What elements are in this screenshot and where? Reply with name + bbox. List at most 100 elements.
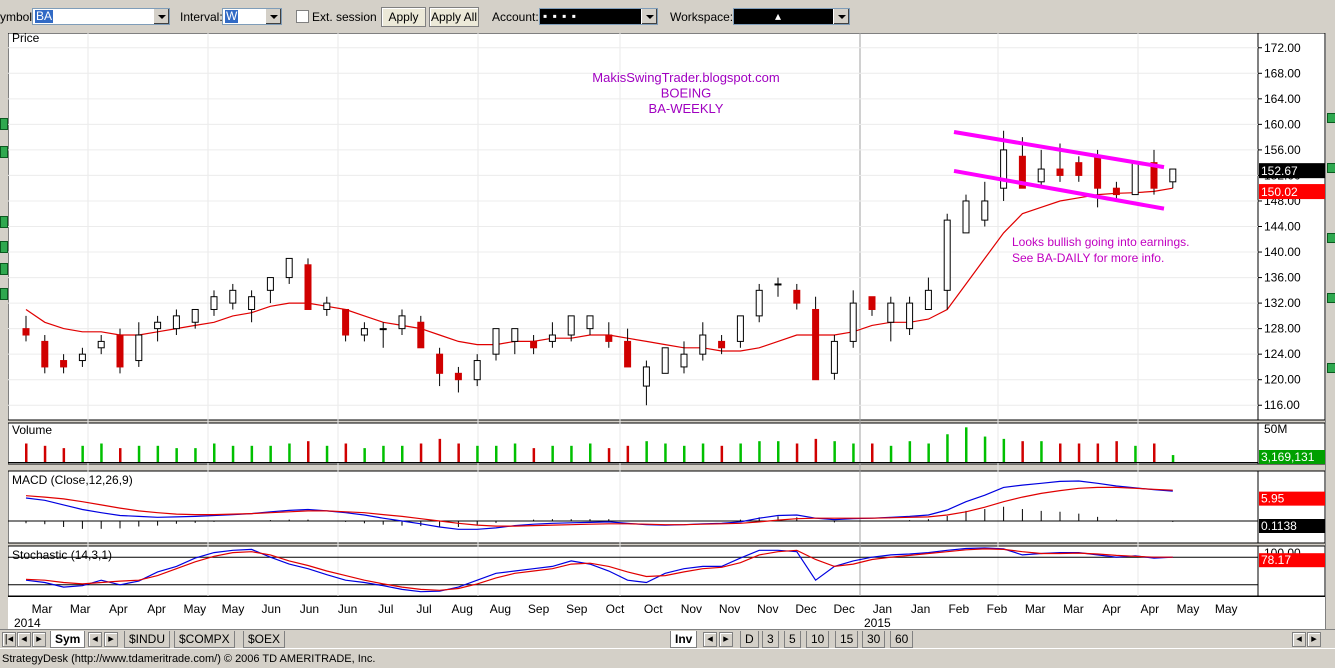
candle-body[interactable] [530, 340, 538, 349]
prev-arrow-icon[interactable]: ◂ [1292, 632, 1306, 647]
candle-body[interactable] [661, 347, 669, 374]
candle-body[interactable] [78, 353, 86, 362]
candle-body[interactable] [793, 289, 801, 304]
candle-body[interactable] [511, 328, 519, 342]
candle-body[interactable] [342, 308, 350, 336]
candle-body[interactable] [172, 315, 180, 330]
candle-body[interactable] [981, 200, 989, 221]
prev-arrow-icon[interactable]: ◂ [88, 632, 102, 647]
tool-icon[interactable] [0, 118, 8, 130]
candle-body[interactable] [1075, 162, 1083, 176]
inv-tab[interactable]: Inv [670, 631, 698, 648]
symbol-combo[interactable]: BA [32, 8, 170, 25]
candle-body[interactable] [586, 315, 594, 330]
candle-body[interactable] [605, 334, 613, 342]
candle-body[interactable] [774, 283, 782, 286]
tool-icon[interactable] [1327, 233, 1335, 243]
candle-body[interactable] [285, 257, 293, 279]
candle-body[interactable] [22, 328, 30, 336]
candle-body[interactable] [1169, 168, 1177, 183]
tool-icon[interactable] [1327, 293, 1335, 303]
tool-icon[interactable] [1327, 363, 1335, 373]
next-arrow-icon[interactable]: ▸ [104, 632, 118, 647]
chevron-down-icon[interactable] [265, 9, 281, 24]
candle-body[interactable] [379, 328, 387, 331]
next-arrow-icon[interactable]: ▸ [32, 632, 46, 647]
candle-body[interactable] [849, 302, 857, 342]
period-tab-3[interactable]: 3 [762, 631, 779, 648]
chevron-down-icon[interactable] [833, 9, 849, 24]
chevron-down-icon[interactable] [153, 9, 169, 24]
candle-body[interactable] [642, 366, 650, 387]
tab-oex[interactable]: $OEX [243, 631, 286, 648]
candle-body[interactable] [191, 308, 199, 323]
candle-body[interactable] [360, 328, 368, 336]
candle-body[interactable] [135, 334, 143, 362]
candle-body[interactable] [868, 296, 876, 310]
ext-session-checkbox[interactable] [296, 10, 309, 23]
prev-arrow-icon[interactable]: ◂ [17, 632, 31, 647]
first-arrow-icon[interactable]: |◂ [2, 632, 16, 647]
apply-all-button[interactable]: Apply All [429, 7, 479, 27]
period-tab-d[interactable]: D [740, 631, 759, 648]
candle-body[interactable] [492, 328, 500, 355]
candle-body[interactable] [454, 372, 462, 381]
candle-body[interactable] [1056, 168, 1064, 176]
period-tab-15[interactable]: 15 [835, 631, 859, 648]
tool-icon[interactable] [0, 288, 8, 300]
candle-body[interactable] [812, 308, 820, 381]
chevron-down-icon[interactable] [641, 9, 657, 24]
candle-body[interactable] [473, 360, 481, 381]
tool-icon[interactable] [0, 146, 8, 158]
next-arrow-icon[interactable]: ▸ [719, 632, 733, 647]
chart-area[interactable]: Price172.00168.00164.00160.00156.00152.0… [8, 33, 1325, 629]
period-tab-30[interactable]: 30 [862, 631, 886, 648]
tool-icon[interactable] [1327, 163, 1335, 173]
candle-body[interactable] [417, 321, 425, 349]
candle-body[interactable] [229, 289, 237, 304]
workspace-combo[interactable]: ▴ [733, 8, 850, 25]
candle-body[interactable] [736, 315, 744, 342]
tool-icon[interactable] [0, 263, 8, 275]
candle-body[interactable] [906, 302, 914, 330]
candle-body[interactable] [887, 302, 895, 323]
candle-body[interactable] [97, 340, 105, 349]
candle-body[interactable] [1094, 155, 1102, 189]
candle-body[interactable] [699, 334, 707, 355]
candle-body[interactable] [1112, 187, 1120, 196]
period-tab-10[interactable]: 10 [806, 631, 830, 648]
candle-body[interactable] [60, 360, 68, 368]
next-arrow-icon[interactable]: ▸ [1307, 632, 1321, 647]
period-tab-5[interactable]: 5 [784, 631, 801, 648]
candle-body[interactable] [248, 296, 256, 310]
candle-body[interactable] [962, 200, 970, 234]
candle-body[interactable] [1000, 149, 1008, 189]
candle-body[interactable] [398, 315, 406, 330]
candle-body[interactable] [116, 334, 124, 368]
candle-body[interactable] [924, 289, 932, 310]
candle-body[interactable] [41, 340, 49, 368]
tab-compx[interactable]: $COMPX [174, 631, 235, 648]
candle-body[interactable] [210, 296, 218, 310]
tool-icon[interactable] [1327, 113, 1335, 123]
apply-button[interactable]: Apply [381, 7, 426, 27]
candle-body[interactable] [755, 289, 763, 317]
candle-body[interactable] [548, 334, 556, 342]
period-tab-60[interactable]: 60 [890, 631, 914, 648]
candle-body[interactable] [323, 302, 331, 310]
candle-body[interactable] [436, 353, 444, 374]
candle-body[interactable] [830, 340, 838, 374]
candle-body[interactable] [718, 340, 726, 349]
tool-icon[interactable] [0, 216, 8, 228]
account-combo[interactable]: ▪ ▪ ▪ ▪ [539, 8, 658, 25]
candle-body[interactable] [680, 353, 688, 368]
candle-body[interactable] [567, 315, 575, 336]
candle-body[interactable] [1037, 168, 1045, 183]
candle-body[interactable] [1131, 162, 1139, 196]
prev-arrow-icon[interactable]: ◂ [703, 632, 717, 647]
candle-body[interactable] [266, 277, 274, 291]
candle-body[interactable] [943, 219, 951, 291]
tool-icon[interactable] [0, 241, 8, 253]
candle-body[interactable] [624, 340, 632, 368]
sym-tab[interactable]: Sym [50, 631, 86, 648]
